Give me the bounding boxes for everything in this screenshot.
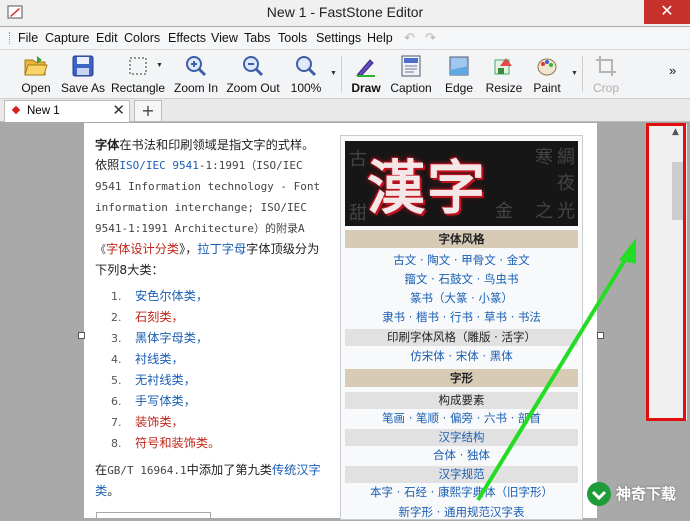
annotation-arrow bbox=[476, 238, 636, 502]
watermark-text: 神奇下载 bbox=[616, 485, 677, 503]
watermark-icon bbox=[587, 482, 611, 506]
watermark-logo: 神奇下载 bbox=[578, 478, 690, 510]
